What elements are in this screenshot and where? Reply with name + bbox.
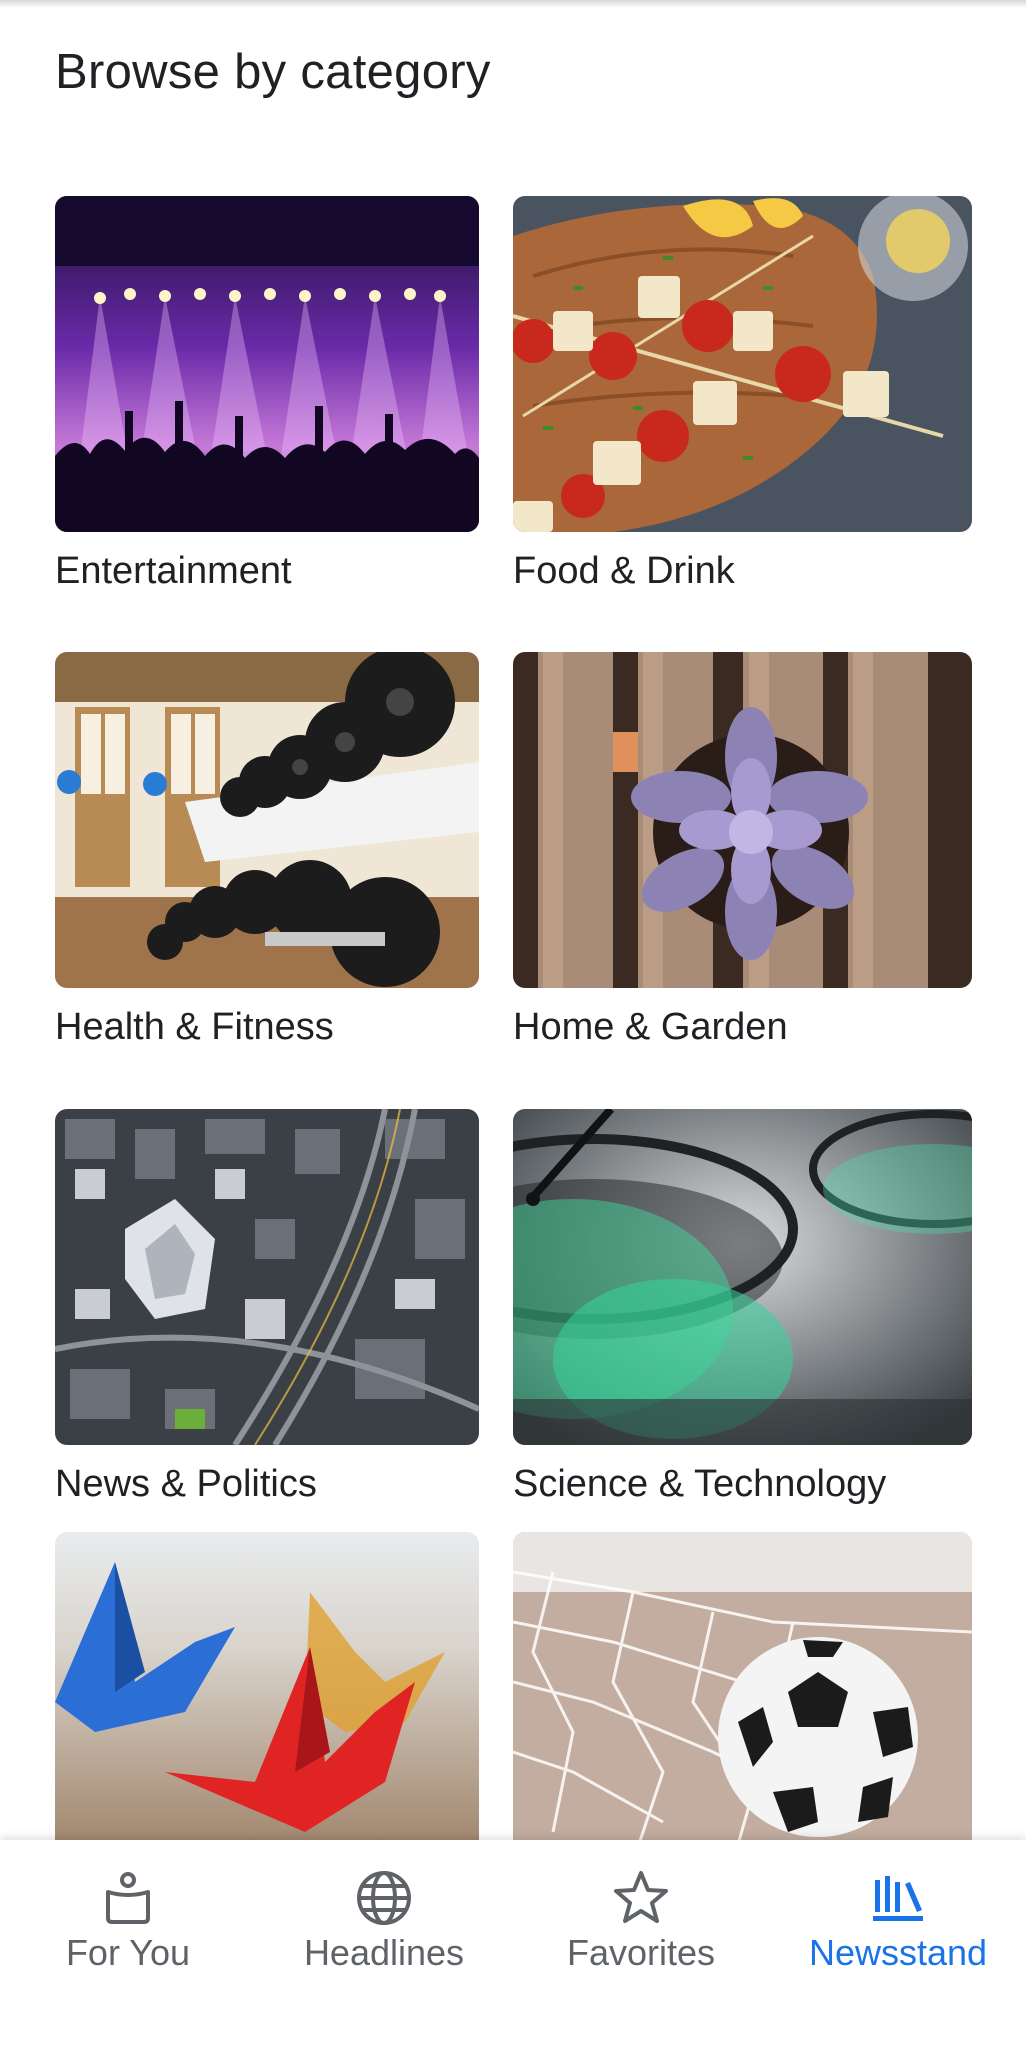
nav-label: Headlines (303, 1932, 465, 1973)
nav-label: Newsstand (808, 1932, 988, 1973)
for-you-icon (106, 1872, 150, 1924)
category-image-dumbbells (55, 652, 479, 988)
top-shadow (0, 0, 1026, 8)
category-label: Home & Garden (513, 1006, 788, 1048)
category-image-succulent (513, 652, 972, 988)
bottom-navigation: For You Headlines Favorites Newsstand (0, 1840, 1026, 2048)
category-label: Science & Technology (513, 1463, 887, 1505)
globe-icon (357, 1871, 411, 1925)
nav-item-for-you[interactable]: For You (0, 1840, 256, 2048)
category-image-soccer-ball (513, 1532, 972, 1862)
star-icon (614, 1871, 668, 1923)
category-label: Health & Fitness (55, 1006, 334, 1048)
category-image-origami-cranes (55, 1532, 479, 1862)
nav-item-headlines[interactable]: Headlines (256, 1840, 512, 2048)
category-label: News & Politics (55, 1463, 317, 1505)
nav-label: Favorites (566, 1932, 716, 1973)
nav-label: For You (65, 1932, 191, 1973)
newsstand-icon (873, 1876, 923, 1921)
page-title: Browse by category (55, 45, 491, 99)
nav-item-favorites[interactable]: Favorites (513, 1840, 769, 2048)
category-image-city-aerial (55, 1109, 479, 1445)
category-label: Entertainment (55, 550, 292, 592)
category-image-concert (55, 196, 479, 532)
category-label: Food & Drink (513, 550, 735, 592)
category-image-petri-dish (513, 1109, 972, 1445)
category-image-skewers (513, 196, 972, 532)
nav-item-newsstand[interactable]: Newsstand (770, 1840, 1026, 2048)
